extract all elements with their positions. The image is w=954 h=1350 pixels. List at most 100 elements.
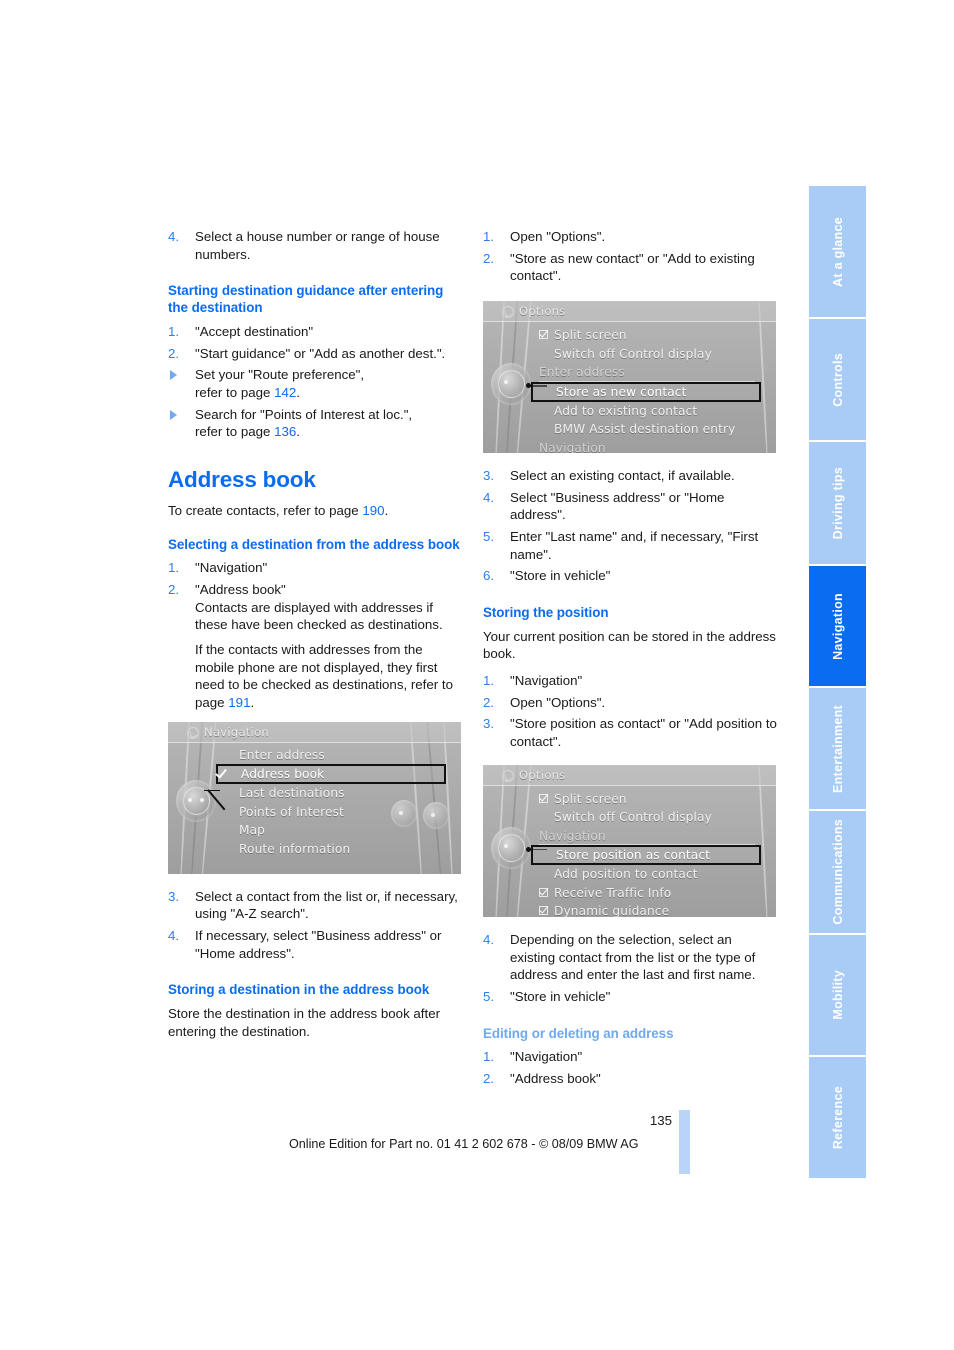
step-text: "Store position as contact" or "Add posi… — [510, 716, 777, 750]
list-item: Set your "Route preference", refer to pa… — [168, 366, 463, 401]
options-icon — [502, 306, 514, 319]
menu-item[interactable]: Route information — [224, 840, 446, 859]
menu-item[interactable]: Enter address — [224, 746, 446, 765]
idrive-controller-knob — [491, 363, 531, 406]
step-number: 2. — [483, 1070, 495, 1086]
tab-label: Controls — [830, 352, 845, 407]
page-number: 135 — [649, 1113, 672, 1128]
list-item: 3. "Store position as contact" or "Add p… — [483, 715, 778, 750]
list-item: 5. Enter "Last name" and, if necessary, … — [483, 528, 778, 563]
list-item: 3. Select a contact from the list or, if… — [168, 888, 463, 923]
tab-communications[interactable]: Communications — [809, 811, 866, 933]
decorative-curve — [757, 764, 769, 917]
menu-item-label: Split screen — [554, 791, 627, 806]
page-reference[interactable]: 190 — [362, 503, 384, 518]
address-book-intro: To create contacts, refer to page 190. — [168, 502, 463, 520]
step-subtext: Contacts are displayed with addresses if… — [195, 599, 443, 633]
menu-item-label: Store position as contact — [556, 848, 711, 863]
intro-prefix: To create contacts, refer to page — [168, 502, 363, 518]
screenshot-menu-list: Enter address Address book Last destinat… — [215, 746, 446, 859]
knob-dot — [504, 380, 508, 385]
step-text: Depending on the selection, select an ex… — [510, 931, 756, 983]
step-number: 6. — [483, 568, 495, 584]
menu-item[interactable]: Add to existing contact — [539, 402, 755, 421]
menu-item[interactable]: Switch off Control display — [539, 345, 755, 364]
step-number: 3. — [483, 716, 495, 732]
menu-item[interactable]: BMW Assist destination entry — [539, 420, 755, 439]
tab-label: Navigation — [830, 592, 845, 660]
tab-driving-tips[interactable]: Driving tips — [809, 442, 866, 564]
list-item: 1. "Navigation" — [483, 672, 778, 690]
triangle-bullet-icon — [170, 409, 177, 420]
subtext-suffix: . — [250, 695, 255, 711]
options-icon — [502, 769, 514, 782]
intro-suffix: . — [384, 502, 389, 518]
menu-item[interactable]: Switch off Control display — [539, 808, 755, 827]
step-number: 2. — [483, 694, 495, 710]
heading-selecting-destination: Selecting a destination from the address… — [168, 536, 460, 552]
step-ref-suffix: . — [296, 384, 300, 400]
list-item: 5. "Store in vehicle" — [483, 988, 778, 1006]
menu-item[interactable]: Last destinations — [224, 784, 446, 803]
checkbox-checked-icon — [539, 793, 548, 803]
menu-item-label: Address book — [241, 767, 325, 782]
heading-editing-deleting: Editing or deleting an address — [483, 1025, 674, 1041]
step-number: 5. — [483, 988, 495, 1004]
step-text: Open "Options". — [510, 229, 606, 244]
list-item: 6. "Store in vehicle" — [483, 567, 778, 585]
menu-item-selected[interactable]: Store as new contact — [531, 381, 761, 402]
step-text: Set your "Route preference", — [195, 367, 365, 383]
step-number: 1. — [483, 673, 495, 689]
tab-navigation[interactable]: Navigation — [809, 566, 866, 686]
tab-entertainment[interactable]: Entertainment — [809, 688, 866, 809]
menu-item[interactable]: Map — [224, 821, 446, 840]
step-number: 1. — [483, 229, 495, 244]
step-ref-prefix: refer to page — [195, 384, 275, 400]
list-item: 1. "Navigation" — [483, 1048, 778, 1066]
step-text: "Start guidance" or "Add as another dest… — [195, 345, 446, 361]
tab-label: Entertainment — [830, 704, 845, 793]
step-number: 2. — [168, 582, 180, 598]
storing-position-intro: Your current position can be stored in t… — [483, 628, 776, 662]
menu-section-header: Navigation — [539, 439, 755, 454]
checkmark-icon — [215, 766, 227, 779]
knob-inner — [498, 833, 525, 862]
page-reference[interactable]: 136 — [274, 424, 296, 439]
tab-controls[interactable]: Controls — [809, 319, 866, 440]
options-menu-screenshot-2: Options Split screen Switch off Control … — [483, 764, 776, 917]
tab-at-a-glance[interactable]: At a glance — [809, 186, 866, 317]
page-reference[interactable]: 142 — [274, 385, 296, 400]
screenshot-title: Options — [519, 304, 566, 319]
tab-reference[interactable]: Reference — [809, 1057, 866, 1178]
list-item: 4. Depending on the selection, select an… — [483, 931, 778, 984]
step-text: "Navigation" — [510, 1049, 583, 1065]
decorative-curve — [757, 301, 769, 454]
menu-item-label: Receive Traffic Info — [554, 885, 672, 900]
menu-item-selected[interactable]: Store position as contact — [531, 845, 761, 866]
checkbox-checked-icon — [539, 330, 548, 340]
step-text: Select "Business address" or "Home addre… — [510, 489, 725, 523]
menu-item-receive-traffic-info[interactable]: Receive Traffic Info — [539, 884, 755, 903]
footer-tab-marker — [679, 1110, 690, 1174]
menu-item[interactable]: Add position to contact — [539, 865, 755, 884]
menu-item-split-screen[interactable]: Split screen — [539, 326, 755, 345]
menu-item[interactable]: Points of Interest — [224, 803, 446, 822]
step-text: "Navigation" — [510, 673, 583, 689]
step-text: Select a house number or range of house … — [195, 229, 440, 262]
page-reference[interactable]: 191 — [228, 695, 250, 710]
list-item: 4. Select "Business address" or "Home ad… — [483, 489, 778, 524]
tab-mobility[interactable]: Mobility — [809, 935, 866, 1055]
tab-label: At a glance — [830, 216, 845, 287]
menu-item-split-screen[interactable]: Split screen — [539, 790, 755, 809]
step-ref-suffix: . — [296, 424, 300, 440]
step-number: 2. — [168, 345, 180, 361]
list-item: 2. "Address book" — [483, 1070, 778, 1088]
knob-dot — [200, 797, 204, 802]
idrive-controller-knob — [491, 826, 531, 869]
list-item: 2. "Store as new contact" or "Add to exi… — [483, 250, 778, 285]
menu-item-dynamic-guidance[interactable]: Dynamic guidance — [539, 902, 755, 917]
menu-item-selected[interactable]: Address book — [215, 764, 446, 785]
